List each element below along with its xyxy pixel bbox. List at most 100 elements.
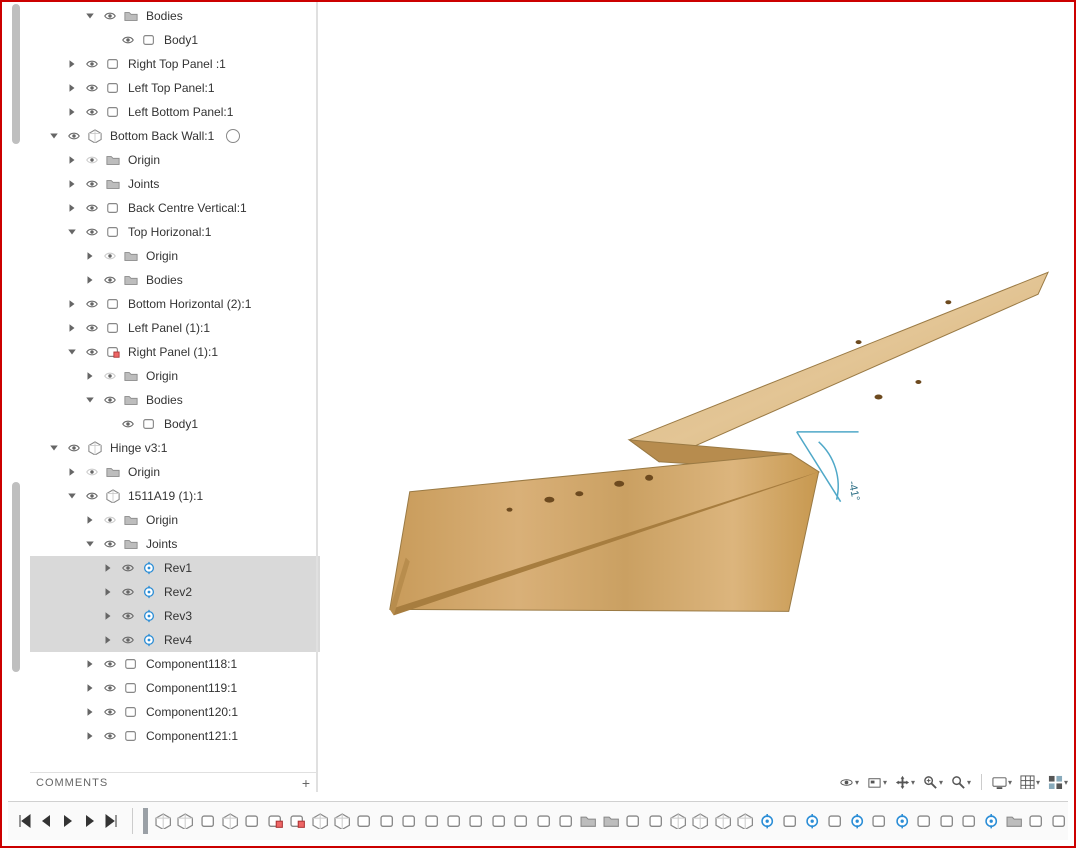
- timeline-op[interactable]: [781, 809, 799, 833]
- visibility-toggle[interactable]: [100, 392, 120, 408]
- visibility-toggle[interactable]: [82, 152, 102, 168]
- tree-item[interactable]: Rev3: [30, 604, 320, 628]
- visibility-toggle[interactable]: [118, 608, 138, 624]
- timeline-op[interactable]: [1005, 809, 1023, 833]
- tree-item[interactable]: Back Centre Vertical:1: [30, 196, 320, 220]
- tree-item[interactable]: Bottom Back Wall:1: [30, 124, 320, 148]
- tree-item[interactable]: Body1: [30, 412, 320, 436]
- expand-toggle[interactable]: [102, 610, 114, 622]
- expand-toggle[interactable]: [84, 10, 96, 22]
- tree-item[interactable]: Right Panel (1):1: [30, 340, 320, 364]
- timeline-op[interactable]: [624, 809, 642, 833]
- grid-button[interactable]: ▾: [1020, 773, 1040, 791]
- expand-toggle[interactable]: [84, 730, 96, 742]
- visibility-toggle[interactable]: [100, 656, 120, 672]
- tree-item[interactable]: Origin: [30, 148, 320, 172]
- pan-button[interactable]: ▾: [895, 773, 915, 791]
- timeline-op[interactable]: [579, 809, 597, 833]
- expand-toggle[interactable]: [66, 106, 78, 118]
- visibility-toggle[interactable]: [82, 320, 102, 336]
- expand-toggle[interactable]: [66, 58, 78, 70]
- skip-start-button[interactable]: [16, 813, 32, 829]
- tree-item[interactable]: Origin: [30, 460, 320, 484]
- timeline-marker[interactable]: [143, 808, 148, 834]
- tree-item[interactable]: Origin: [30, 508, 320, 532]
- visibility-toggle[interactable]: [118, 584, 138, 600]
- expand-toggle[interactable]: [84, 682, 96, 694]
- timeline-op[interactable]: [736, 809, 754, 833]
- tree-item[interactable]: Bodies: [30, 4, 320, 28]
- zoom-button[interactable]: ▾: [923, 773, 943, 791]
- visibility-toggle[interactable]: [100, 704, 120, 720]
- timeline-op[interactable]: [445, 809, 463, 833]
- expand-toggle[interactable]: [102, 634, 114, 646]
- step-back-button[interactable]: [38, 813, 54, 829]
- browser-tree[interactable]: BodiesBody1Right Top Panel :1Left Top Pa…: [30, 2, 320, 762]
- expand-toggle[interactable]: [66, 226, 78, 238]
- visibility-toggle[interactable]: [64, 128, 84, 144]
- timeline-op[interactable]: [176, 809, 194, 833]
- timeline-op[interactable]: [915, 809, 933, 833]
- visibility-toggle[interactable]: [118, 416, 138, 432]
- expand-toggle[interactable]: [66, 178, 78, 190]
- visibility-toggle[interactable]: [100, 8, 120, 24]
- tree-item[interactable]: Rev2: [30, 580, 320, 604]
- expand-toggle[interactable]: [66, 154, 78, 166]
- scroll-thumb[interactable]: [12, 4, 20, 144]
- model-canvas[interactable]: -41°: [320, 2, 1074, 762]
- add-comment-button[interactable]: +: [302, 775, 310, 791]
- visibility-toggle[interactable]: [82, 488, 102, 504]
- tree-item[interactable]: Bottom Horizontal (2):1: [30, 292, 320, 316]
- timeline-op[interactable]: [826, 809, 844, 833]
- tree-item[interactable]: Component119:1: [30, 676, 320, 700]
- visibility-toggle[interactable]: [82, 464, 102, 480]
- tree-item[interactable]: Bodies: [30, 388, 320, 412]
- expand-toggle[interactable]: [48, 442, 60, 454]
- expand-toggle[interactable]: [84, 514, 96, 526]
- expand-toggle[interactable]: [84, 370, 96, 382]
- expand-toggle[interactable]: [66, 490, 78, 502]
- expand-toggle[interactable]: [84, 538, 96, 550]
- comments-bar[interactable]: COMMENTS +: [30, 772, 318, 793]
- expand-toggle[interactable]: [102, 562, 114, 574]
- expand-toggle[interactable]: [66, 298, 78, 310]
- visibility-toggle[interactable]: [100, 248, 120, 264]
- timeline-op[interactable]: [758, 809, 776, 833]
- timeline-op[interactable]: [893, 809, 911, 833]
- tree-item[interactable]: Origin: [30, 244, 320, 268]
- panel-divider[interactable]: [316, 2, 318, 792]
- lookat-button[interactable]: ▾: [867, 773, 887, 791]
- visibility-toggle[interactable]: [100, 272, 120, 288]
- visibility-toggle[interactable]: [118, 560, 138, 576]
- timeline-op[interactable]: [490, 809, 508, 833]
- timeline-operations[interactable]: [137, 808, 1068, 834]
- tree-item[interactable]: Left Top Panel:1: [30, 76, 320, 100]
- orbit-button[interactable]: ▾: [839, 773, 859, 791]
- visibility-toggle[interactable]: [82, 344, 102, 360]
- scroll-thumb[interactable]: [12, 482, 20, 672]
- timeline-op[interactable]: [647, 809, 665, 833]
- timeline-op[interactable]: [535, 809, 553, 833]
- timeline-op[interactable]: [870, 809, 888, 833]
- expand-toggle[interactable]: [66, 82, 78, 94]
- viewports-button[interactable]: ▾: [1048, 773, 1068, 791]
- timeline-op[interactable]: [960, 809, 978, 833]
- tree-item[interactable]: Joints: [30, 172, 320, 196]
- tree-item[interactable]: 1511A19 (1):1: [30, 484, 320, 508]
- tree-item[interactable]: Component120:1: [30, 700, 320, 724]
- visibility-toggle[interactable]: [100, 512, 120, 528]
- visibility-toggle[interactable]: [82, 80, 102, 96]
- expand-toggle[interactable]: [48, 130, 60, 142]
- timeline-op[interactable]: [199, 809, 217, 833]
- visibility-toggle[interactable]: [100, 536, 120, 552]
- expand-toggle[interactable]: [84, 658, 96, 670]
- timeline-op[interactable]: [669, 809, 687, 833]
- visibility-toggle[interactable]: [118, 32, 138, 48]
- expand-toggle[interactable]: [84, 274, 96, 286]
- expand-toggle[interactable]: [84, 706, 96, 718]
- timeline-op[interactable]: [1027, 809, 1045, 833]
- fit-button[interactable]: ▾: [951, 773, 971, 791]
- visibility-toggle[interactable]: [82, 200, 102, 216]
- expand-toggle[interactable]: [66, 322, 78, 334]
- timeline-op[interactable]: [714, 809, 732, 833]
